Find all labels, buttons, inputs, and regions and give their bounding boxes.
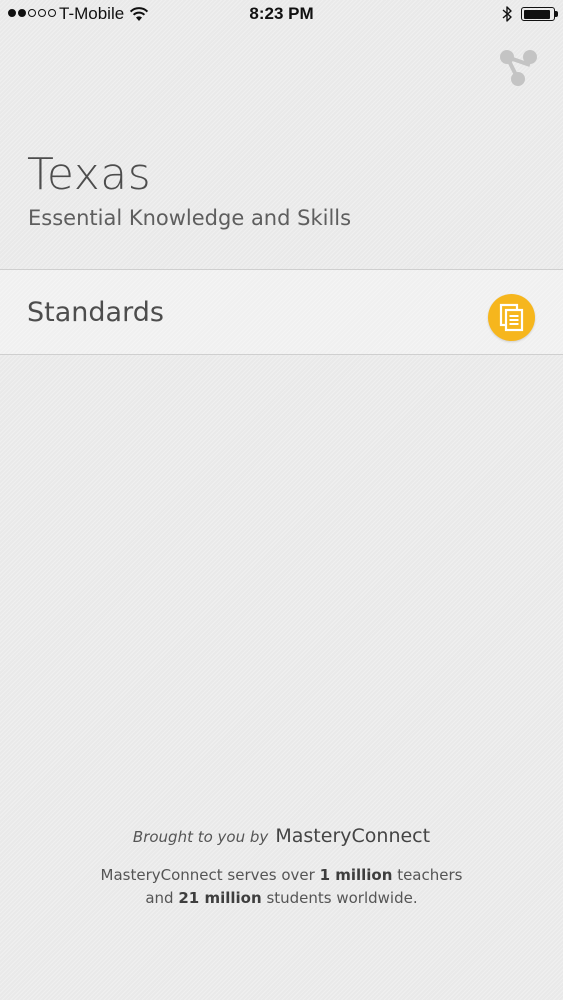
- documents-icon: [488, 294, 535, 341]
- footer-brand: Brought to you by MasteryConnect: [0, 823, 563, 850]
- footer-line-2-prefix: and: [145, 889, 174, 907]
- share-icon: [500, 50, 537, 86]
- list-item-label: Standards: [27, 297, 164, 328]
- battery-tip: [555, 11, 558, 17]
- page-subtitle: Essential Knowledge and Skills: [28, 206, 352, 230]
- footer-line-2: and 21 million students worldwide.: [0, 887, 563, 910]
- footer-line-1: MasteryConnect serves over 1 million tea…: [0, 864, 563, 887]
- battery-icon: [521, 7, 555, 21]
- page-title: Texas: [27, 149, 152, 200]
- brought-to-you-text: Brought to you by: [132, 828, 269, 846]
- clock: 8:23 PM: [249, 4, 314, 23]
- footer-line-2-suffix: students worldwide.: [266, 889, 418, 907]
- footer-line-1-prefix: MasteryConnect serves over: [100, 866, 315, 884]
- footer-line-1-suffix: teachers: [397, 866, 463, 884]
- share-button[interactable]: [494, 44, 544, 94]
- student-count: 21 million: [178, 889, 262, 907]
- battery-level: [523, 9, 550, 19]
- list-item-standards[interactable]: Standards: [0, 269, 563, 355]
- bluetooth-icon: [502, 6, 512, 22]
- brand-name: MasteryConnect: [275, 825, 431, 847]
- teacher-count: 1 million: [319, 866, 393, 884]
- footer-description: MasteryConnect serves over 1 million tea…: [0, 864, 563, 910]
- status-bar: T-Mobile 8:23 PM: [0, 0, 563, 30]
